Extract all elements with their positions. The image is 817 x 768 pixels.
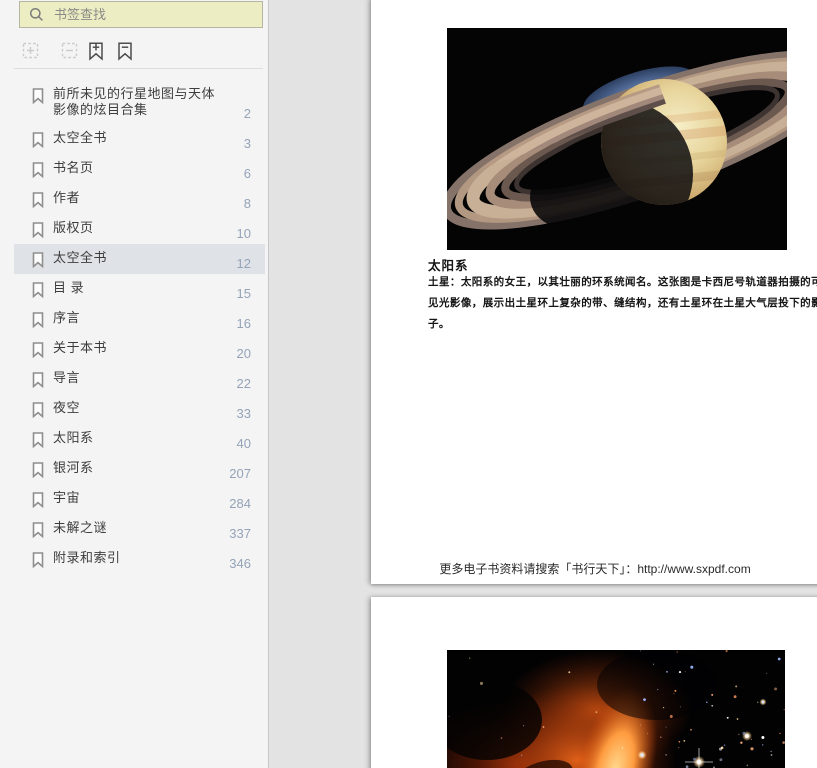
bookmark-label: 前所未见的行星地图与天体影像的炫目合集 (53, 86, 216, 117)
saturn-photo (447, 28, 787, 250)
bookmark-label: 银河系 (53, 460, 94, 475)
bookmark-page-number: 284 (229, 496, 251, 511)
bookmark-item[interactable]: 作者 8 (14, 184, 265, 214)
document-viewer[interactable]: 太阳系 土星：太阳系的女王，以其壮丽的环系统闻名。这张图是卡西尼号轨道器拍摄的可… (269, 0, 817, 768)
bookmark-item[interactable]: 前所未见的行星地图与天体影像的炫目合集 2 (14, 80, 265, 124)
bookmark-page-number: 8 (243, 196, 251, 211)
bookmark-list: 前所未见的行星地图与天体影像的炫目合集 2 太空全书 3 书名页 6 作者 8 (0, 80, 268, 574)
bookmark-flag-icon (32, 432, 44, 448)
bookmark-label: 作者 (53, 190, 81, 205)
bookmark-flag-icon (32, 88, 44, 104)
bookmark-flag-icon (32, 312, 44, 328)
bookmark-flag-icon (32, 252, 44, 268)
bookmark-label: 版权页 (53, 220, 94, 235)
search-input[interactable] (52, 6, 226, 23)
bookmark-flag-icon (32, 162, 44, 178)
pdf-page-2 (371, 597, 817, 768)
bookmark-label: 附录和索引 (53, 550, 121, 565)
bookmark-page-number: 207 (229, 466, 251, 481)
bookmark-item-selected[interactable]: 太空全书 12 (14, 244, 265, 274)
bookmark-page-number: 20 (236, 346, 251, 361)
bookmark-item[interactable]: 夜空 33 (14, 394, 265, 424)
bookmark-flag-icon (32, 342, 44, 358)
bookmark-page-number: 40 (236, 436, 251, 451)
bookmark-item[interactable]: 序言 16 (14, 304, 265, 334)
remove-bookmark-icon[interactable] (116, 42, 134, 62)
bookmark-toolbar (21, 42, 134, 62)
image-caption: 土星：太阳系的女王，以其壮丽的环系统闻名。这张图是卡西尼号轨道器拍摄的可见光影像… (428, 276, 817, 330)
bookmark-flag-icon (32, 402, 44, 418)
nebula-photo (447, 650, 785, 768)
bookmark-flag-icon (32, 522, 44, 538)
bookmark-page-number: 337 (229, 526, 251, 541)
bookmark-label: 宇宙 (53, 490, 81, 505)
search-icon (29, 7, 43, 21)
bookmark-label: 目 录 (53, 280, 85, 295)
bookmark-page-number: 16 (236, 316, 251, 331)
bookmark-search-box[interactable] (19, 1, 263, 28)
bookmark-flag-icon (32, 192, 44, 208)
bookmark-flag-icon (32, 552, 44, 568)
bookmark-page-number: 22 (236, 376, 251, 391)
bookmark-page-number: 10 (236, 226, 251, 241)
bookmark-flag-icon (32, 372, 44, 388)
bookmark-label: 序言 (53, 310, 81, 325)
bookmark-label: 关于本书 (53, 340, 108, 355)
bookmark-page-number: 12 (236, 256, 251, 271)
bookmark-flag-icon (32, 222, 44, 238)
bookmark-label: 太阳系 (53, 430, 94, 445)
bookmark-label: 夜空 (53, 400, 81, 415)
collapse-all-icon[interactable] (60, 42, 78, 62)
bookmark-label: 书名页 (53, 160, 94, 175)
bookmark-item[interactable]: 导言 22 (14, 364, 265, 394)
bookmark-item[interactable]: 目 录 15 (14, 274, 265, 304)
bookmark-item[interactable]: 太阳系 40 (14, 424, 265, 454)
bookmark-flag-icon (32, 132, 44, 148)
bookmark-flag-icon (32, 492, 44, 508)
bookmark-flag-icon (32, 462, 44, 478)
bookmark-label: 太空全书 (53, 250, 108, 265)
bookmark-page-number: 3 (243, 136, 251, 151)
bookmark-item[interactable]: 关于本书 20 (14, 334, 265, 364)
bookmark-item[interactable]: 未解之谜 337 (14, 514, 265, 544)
bookmark-page-number: 2 (243, 106, 251, 121)
bookmark-label: 太空全书 (53, 130, 108, 145)
bookmarks-sidebar: 前所未见的行星地图与天体影像的炫目合集 2 太空全书 3 书名页 6 作者 8 (0, 0, 269, 768)
bookmark-item[interactable]: 银河系 207 (14, 454, 265, 484)
bookmark-label: 导言 (53, 370, 81, 385)
bookmark-page-number: 346 (229, 556, 251, 571)
bookmark-page-number: 33 (236, 406, 251, 421)
pdf-page-1: 太阳系 土星：太阳系的女王，以其壮丽的环系统闻名。这张图是卡西尼号轨道器拍摄的可… (371, 0, 817, 584)
bookmark-item[interactable]: 书名页 6 (14, 154, 265, 184)
expand-all-icon[interactable] (21, 42, 39, 62)
bookmark-item[interactable]: 附录和索引 346 (14, 544, 265, 574)
toolbar-divider (14, 68, 263, 69)
bookmark-flag-icon (32, 282, 44, 298)
add-bookmark-icon[interactable] (87, 42, 105, 62)
bookmark-item[interactable]: 宇宙 284 (14, 484, 265, 514)
bookmark-page-number: 6 (243, 166, 251, 181)
bookmark-item[interactable]: 版权页 10 (14, 214, 265, 244)
bookmark-page-number: 15 (236, 286, 251, 301)
bookmark-item[interactable]: 太空全书 3 (14, 124, 265, 154)
footer-promo-text: 更多电子书资料请搜索「书行天下」：http://www.sxpdf.com (439, 562, 751, 576)
bookmark-label: 未解之谜 (53, 520, 108, 535)
